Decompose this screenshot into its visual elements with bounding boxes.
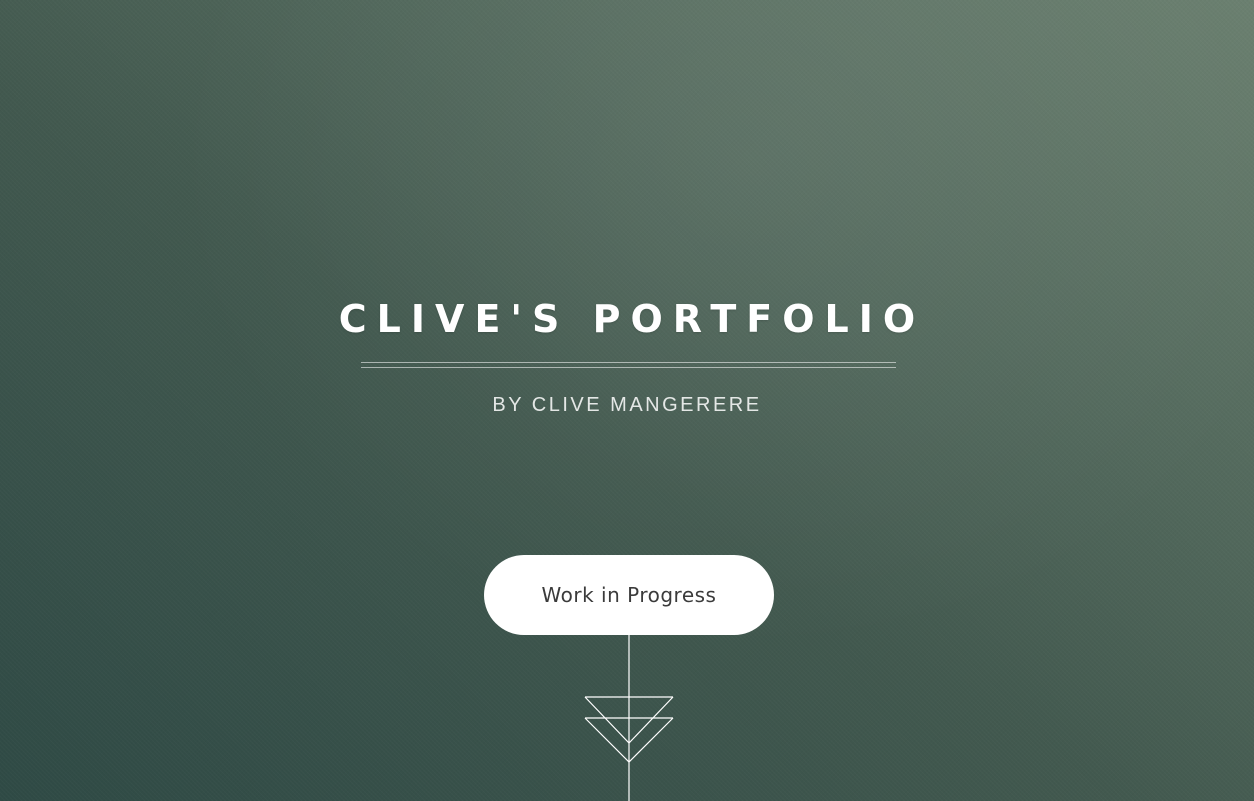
title-divider [361, 362, 896, 368]
double-chevron-down-icon[interactable] [579, 635, 679, 801]
author-byline: BY CLIVE MANGERERE [492, 394, 762, 416]
hero-section: CLIVE'S PORTFOLIO BY CLIVE MANGERERE Wor… [0, 0, 1254, 801]
page-title: CLIVE'S PORTFOLIO [338, 297, 926, 341]
work-in-progress-button[interactable]: Work in Progress [484, 555, 774, 635]
